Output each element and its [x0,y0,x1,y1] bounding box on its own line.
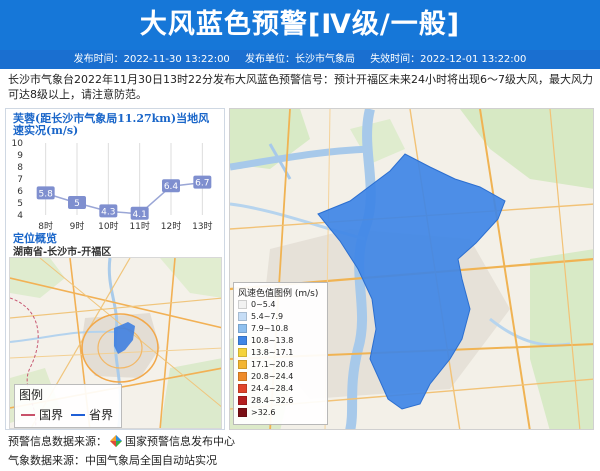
expire-time: 失效时间：2022-12-01 13:22:00 [370,54,527,65]
wind-legend-label: 28.4~32.6 [251,396,294,405]
national-border-swatch [21,413,35,416]
warning-header: 大风蓝色预警[Ⅳ级/一般] [0,0,600,50]
y-tick-label: 6 [17,187,23,197]
legend-label: 省界 [89,408,114,422]
color-swatch [238,336,247,345]
wind-legend-item: >32.6 [238,407,276,418]
wind-legend-label: 0~5.4 [251,300,276,309]
legend-item-provincial-border: 省界 [71,406,113,423]
color-swatch [238,300,247,309]
wind-chart-title: 芙蓉(距长沙市气象局11.27km)当地风速实况(m/s) [13,112,210,137]
x-tick-label: 10时 [98,220,118,232]
publisher: 发布单位：长沙市气象局 [245,54,355,65]
wind-legend-label: 24.4~28.4 [251,384,294,393]
wind-legend-label: >32.6 [251,408,276,417]
left-panel: 芙蓉(距长沙市气象局11.27km)当地风速实况(m/s) 10 9 8 7 6 5 4 5.… [5,108,225,430]
y-tick-label: 5 [17,199,23,209]
legend-item-national-border: 国界 [21,406,63,423]
x-tick-label: 13时 [192,220,212,232]
data-label: 4.1 [133,210,147,220]
y-tick-label: 9 [17,151,23,161]
wind-legend-title: 风速色值图例 (m/s) [238,289,319,299]
y-tick-label: 8 [17,163,23,173]
color-swatch [238,324,247,333]
location-overview-map[interactable]: 图例 国界 省界 [9,257,222,429]
y-tick-label: 4 [17,211,23,221]
wind-legend-item: 13.8~17.1 [238,347,293,358]
color-swatch [238,372,247,381]
weather-source-line: 气象数据来源：中国气象局全国自动站实况 [8,452,217,468]
data-label: 5 [74,199,80,209]
map-legend-title: 图例 [19,388,44,402]
wind-legend-item: 24.4~28.4 [238,383,293,394]
wind-legend-label: 17.1~20.8 [251,360,294,369]
warning-title: 大风蓝色预警[Ⅳ级/一般] [139,9,461,40]
wind-legend-item: 0~5.4 [238,299,276,310]
color-swatch [238,312,247,321]
warning-source-link[interactable]: 国家预警信息发布中心 [125,433,235,449]
x-tick-label: 12时 [161,220,181,232]
y-tick-label: 10 [12,139,24,149]
wind-legend-item: 20.8~24.4 [238,371,293,382]
color-swatch [238,348,247,357]
color-swatch [238,384,247,393]
warning-center-logo-icon [110,435,122,447]
warning-description: 长沙市气象台2022年11月30日13时22分发布大风蓝色预警信号：预计开福区未… [8,73,593,101]
wind-legend-item: 7.9~10.8 [238,323,288,334]
wind-speed-legend: 风速色值图例 (m/s) 0~5.4 5.4~7.9 7.9~10.8 10.8… [233,282,328,425]
color-swatch [238,396,247,405]
y-tick-label: 7 [17,175,23,185]
wind-legend-item: 28.4~32.6 [238,395,293,406]
color-swatch [238,408,247,417]
wind-legend-item: 5.4~7.9 [238,311,283,322]
wind-legend-label: 10.8~13.8 [251,336,294,345]
wind-speed-chart: 109876545.854.3 4.16.4 6.78时 9时 10时 11时 12时 13时 [12,139,213,232]
warning-source-line: 预警信息数据来源： 国家预警信息发布中心 [8,433,235,449]
color-swatch [238,360,247,369]
wind-legend-item: 17.1~20.8 [238,359,293,370]
location-path: 湖南省-长沙市-开福区 [13,247,112,258]
data-label: 4.3 [101,207,115,217]
wind-legend-label: 7.9~10.8 [251,324,289,333]
publish-time: 发布时间：2022-11-30 13:22:00 [73,54,230,65]
map-legend: 图例 国界 省界 [14,384,122,428]
wind-legend-label: 5.4~7.9 [251,312,284,321]
data-label: 5.8 [39,189,54,199]
data-label: 6.7 [195,179,209,189]
provincial-border-swatch [71,413,85,416]
x-tick-label: 9时 [70,220,85,232]
wind-legend-label: 20.8~24.4 [251,372,294,381]
weather-source: 气象数据来源：中国气象局全国自动站实况 [8,454,217,467]
wind-legend-label: 13.8~17.1 [251,348,294,357]
warning-area-map[interactable]: 风速色值图例 (m/s) 0~5.4 5.4~7.9 7.9~10.8 10.8… [229,108,594,430]
warning-source-label: 预警信息数据来源： [8,435,107,448]
data-label: 6.4 [164,182,179,192]
legend-label: 国界 [39,408,64,422]
x-tick-label: 11时 [129,220,149,232]
wind-legend-item: 10.8~13.8 [238,335,293,346]
warning-meta-bar: 发布时间：2022-11-30 13:22:00 发布单位：长沙市气象局 失效时… [0,50,600,69]
